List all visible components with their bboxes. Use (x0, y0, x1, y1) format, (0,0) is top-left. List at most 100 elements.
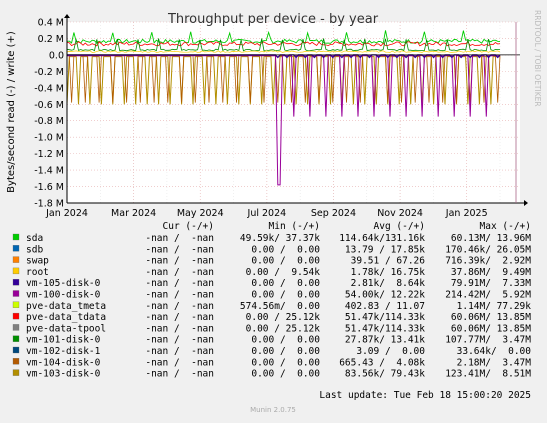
legend-name-vm-100-disk-0: vm-100-disk-0 (26, 290, 101, 301)
legend-max-pve-data_tmeta: 1.14M/ 77.29k (457, 301, 532, 312)
x-tick-label: Nov 2024 (377, 208, 423, 219)
legend-cur-swap: -nan / -nan (145, 256, 214, 267)
x-tick-label: Jan 2025 (445, 208, 488, 219)
legend-avg-sda: 114.64k/131.16k (339, 233, 425, 244)
legend-max-pve-data-tpool: 60.06M/ 13.85M (451, 323, 531, 334)
legend-cur-vm-102-disk-1: -nan / -nan (145, 346, 214, 357)
legend-name-sda: sda (26, 233, 43, 244)
x-tick-label: Sep 2024 (311, 208, 356, 219)
legend-avg-sdb: 13.79 / 17.85k (345, 244, 425, 255)
y-tick-label: -1.0 M (34, 133, 64, 144)
y-axis-label: Bytes/second read (-) / write (+) (6, 31, 17, 193)
legend-min-vm-102-disk-1: 0.00 / 0.00 (251, 346, 320, 357)
chart-title: Throughput per device - by year (167, 12, 379, 27)
legend-avg-vm-102-disk-1: 3.09 / 0.00 (356, 346, 425, 357)
legend-avg-vm-100-disk-0: 54.00k/ 12.22k (345, 290, 425, 301)
legend-header-min: Min (-/+) (269, 221, 320, 232)
legend-swatch-pve-data_tmeta (12, 301, 20, 308)
legend-name-pve-data_tmeta: pve-data_tmeta (26, 301, 106, 312)
last-update: Last update: Tue Feb 18 15:00:20 2025 (319, 390, 531, 401)
legend-swatch-root (12, 267, 20, 275)
legend-max-sdb: 170.46k/ 26.05M (445, 244, 531, 255)
legend-max-pve-data_tdata: 60.06M/ 13.85M (451, 312, 531, 323)
y-tick-label: 0.0 (49, 50, 64, 61)
legend-swatch-pve-data_tdata (12, 312, 20, 320)
legend-min-vm-103-disk-0: 0.00 / 0.00 (251, 369, 320, 380)
legend-min-pve-data_tmeta: 574.56m/ 0.00 (240, 301, 320, 312)
legend-swatch-vm-100-disk-0 (12, 290, 20, 297)
legend-cur-pve-data_tdata: -nan / -nan (145, 312, 214, 323)
legend-min-vm-105-disk-0: 0.00 / 0.00 (251, 278, 320, 289)
legend-name-root: root (26, 267, 49, 278)
legend-swatch-vm-103-disk-0 (12, 369, 20, 376)
legend-swatch-sda (12, 233, 20, 241)
legend-cur-root: -nan / -nan (145, 267, 214, 278)
legend-name-vm-104-disk-0: vm-104-disk-0 (26, 357, 101, 368)
legend-cur-vm-103-disk-0: -nan / -nan (145, 369, 214, 380)
legend-avg-vm-104-disk-0: 665.43 / 4.08k (339, 357, 425, 368)
y-tick-label: -1.6 M (34, 182, 64, 193)
x-tick-label: May 2024 (177, 208, 224, 219)
legend-avg-pve-data-tpool: 51.47k/114.33k (345, 323, 425, 334)
legend-swatch-swap (12, 256, 20, 263)
chart-container: 0.4 M 0.2 M 0.0 -0.2 M -0.4 M -0.6 M -0.8 M -1.… (0, 0, 547, 419)
legend-name-pve-data-tpool: pve-data-tpool (26, 323, 106, 334)
legend-min-vm-100-disk-0: 0.00 / 0.00 (251, 290, 320, 301)
legend-avg-vm-105-disk-0: 2.81k/ 8.64k (351, 278, 426, 289)
legend-name-vm-101-disk-0: vm-101-disk-0 (26, 335, 101, 346)
x-tick-label: Jan 2024 (45, 208, 88, 219)
legend-cur-sdb: -nan / -nan (145, 244, 214, 255)
legend-cur-vm-104-disk-0: -nan / -nan (145, 357, 214, 368)
legend-max-vm-102-disk-1: 33.64k/ 0.00 (457, 346, 532, 357)
legend-header-avg: Avg (-/+) (374, 221, 425, 232)
legend-name-vm-103-disk-0: vm-103-disk-0 (26, 369, 101, 380)
legend-swatch-vm-102-disk-1 (12, 346, 20, 354)
y-tick-label: -1.2 M (34, 149, 64, 160)
legend-name-vm-102-disk-1: vm-102-disk-1 (26, 346, 101, 357)
legend-avg-root: 1.78k/ 16.75k (351, 267, 426, 278)
legend-cur-vm-105-disk-0: -nan / -nan (145, 278, 214, 289)
legend-avg-vm-101-disk-0: 27.87k/ 13.41k (345, 335, 425, 346)
legend-max-root: 37.86M/ 9.49M (451, 267, 531, 278)
y-tick-label: 0.4 M (38, 18, 64, 29)
legend-swatch-pve-data-tpool (12, 324, 20, 331)
legend-name-sdb: sdb (26, 244, 43, 255)
y-tick-label: -0.6 M (34, 100, 64, 111)
legend-avg-swap: 39.51 / 67.26 (351, 256, 426, 267)
legend-header-cur: Cur (-/+) (163, 221, 214, 232)
legend-min-pve-data_tdata: 0.00 / 25.12k (246, 312, 321, 323)
legend-max-vm-101-disk-0: 107.77M/ 3.47M (445, 335, 531, 346)
y-tick-label: -0.4 M (34, 83, 64, 94)
legend-cur-pve-data-tpool: -nan / -nan (145, 323, 214, 334)
legend-avg-pve-data_tmeta: 402.83 / 11.07 (345, 301, 425, 312)
legend-min-vm-104-disk-0: 0.00 / 0.00 (251, 357, 320, 368)
legend-min-sdb: 0.00 / 0.00 (251, 244, 320, 255)
x-tick-label: Mar 2024 (111, 208, 156, 219)
legend-avg-vm-103-disk-0: 83.56k/ 79.43k (345, 369, 425, 380)
legend-min-root: 0.00 / 9.54k (246, 267, 321, 278)
legend-header-max: Max (-/+) (480, 221, 531, 232)
legend-min-vm-101-disk-0: 0.00 / 0.00 (251, 335, 320, 346)
legend-avg-pve-data_tdata: 51.47k/114.33k (345, 312, 425, 323)
rrdtool-watermark: RRDTOOL / TOBI OETIKER (533, 10, 542, 107)
munin-version: Munin 2.0.75 (250, 406, 296, 414)
legend-cur-vm-101-disk-0: -nan / -nan (145, 335, 214, 346)
legend-cur-pve-data_tmeta: -nan / -nan (145, 301, 214, 312)
legend-swatch-vm-104-disk-0 (12, 358, 20, 365)
legend-max-vm-104-disk-0: 2.18M/ 3.47M (457, 357, 532, 368)
legend-cur-sda: -nan / -nan (145, 233, 214, 244)
y-tick-label: 0.2 M (38, 34, 64, 45)
y-tick-label: -1.4 M (34, 166, 64, 177)
x-tick-label: Jul 2024 (247, 208, 287, 219)
legend-min-swap: 0.00 / 0.00 (251, 256, 320, 267)
legend-name-pve-data_tdata: pve-data_tdata (26, 312, 106, 323)
legend-swatch-sdb (12, 245, 20, 252)
y-tick-label: -0.2 M (34, 67, 64, 78)
legend-max-vm-103-disk-0: 123.41M/ 8.51M (445, 369, 531, 380)
legend-max-swap: 716.39k/ 2.92M (445, 256, 531, 267)
y-tick-label: -0.8 M (34, 116, 64, 127)
legend-max-sda: 60.13M/ 13.96M (451, 233, 531, 244)
legend-name-swap: swap (26, 256, 49, 267)
legend-min-pve-data-tpool: 0.00 / 25.12k (246, 323, 321, 334)
legend-cur-vm-100-disk-0: -nan / -nan (145, 290, 214, 301)
